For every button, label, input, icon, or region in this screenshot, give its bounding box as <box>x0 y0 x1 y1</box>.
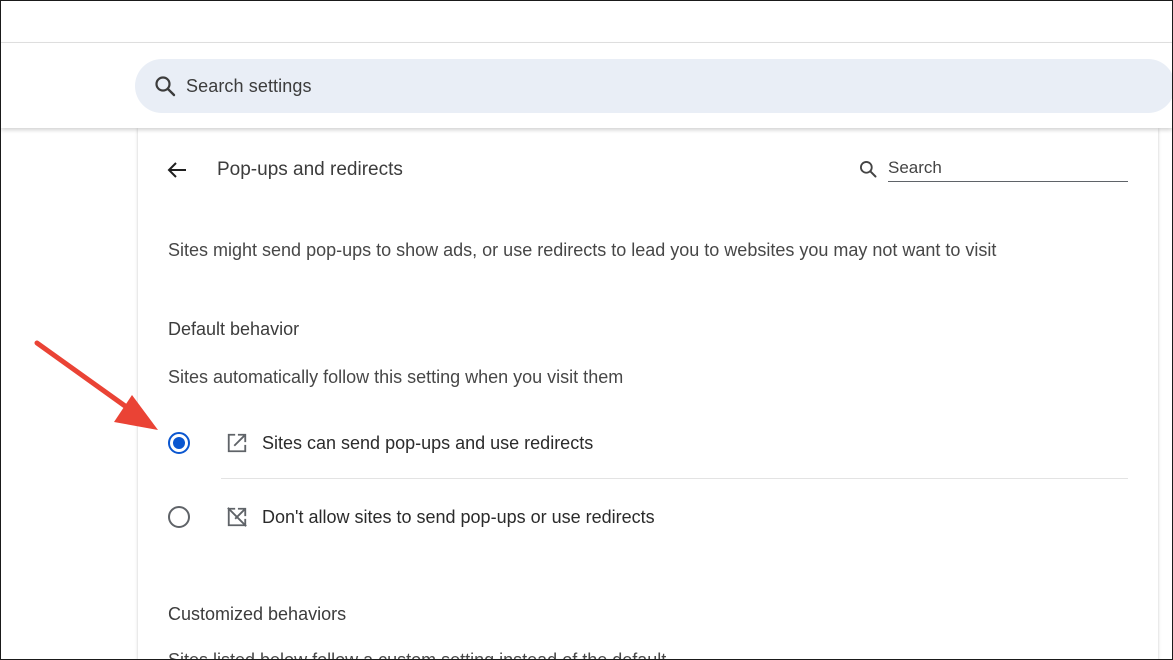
customized-behaviors-heading: Customized behaviors <box>168 604 347 624</box>
arrow-back-icon <box>165 158 189 187</box>
option-allow-popups[interactable]: Sites can send pop-ups and use redirects <box>156 418 1128 468</box>
radio-allow-popups[interactable] <box>168 432 190 454</box>
block-popups-icon <box>225 505 249 529</box>
page-title: Pop-ups and redirects <box>217 159 403 180</box>
default-behavior-heading: Default behavior <box>168 319 300 339</box>
option-divider <box>221 478 1128 479</box>
option-label: Don't allow sites to send pop-ups or use… <box>262 506 655 527</box>
browser-top-strip <box>1 1 1172 43</box>
customized-behaviors-subtext: Sites listed below follow a custom setti… <box>168 650 667 660</box>
option-block-popups[interactable]: Don't allow sites to send pop-ups or use… <box>156 492 1128 542</box>
site-search <box>858 155 1128 183</box>
search-settings-label: Search settings <box>186 75 312 96</box>
search-settings-box[interactable]: Search settings <box>135 59 1172 113</box>
search-icon <box>152 73 178 99</box>
back-button[interactable] <box>162 157 192 187</box>
radio-block-popups[interactable] <box>168 506 190 528</box>
settings-window: Search settings Pop-ups and redirects Se… <box>0 0 1173 660</box>
site-search-input[interactable] <box>888 155 1128 182</box>
popups-settings-card: Pop-ups and redirects Sites might send p… <box>138 128 1158 660</box>
option-label: Sites can send pop-ups and use redirects <box>262 432 594 453</box>
default-behavior-subtext: Sites automatically follow this setting … <box>168 367 624 387</box>
search-icon <box>858 159 880 181</box>
open-in-new-icon <box>225 431 249 455</box>
settings-header: Search settings <box>1 43 1172 128</box>
page-description: Sites might send pop-ups to show ads, or… <box>168 240 997 260</box>
main-content: Pop-ups and redirects Sites might send p… <box>1 128 1172 659</box>
